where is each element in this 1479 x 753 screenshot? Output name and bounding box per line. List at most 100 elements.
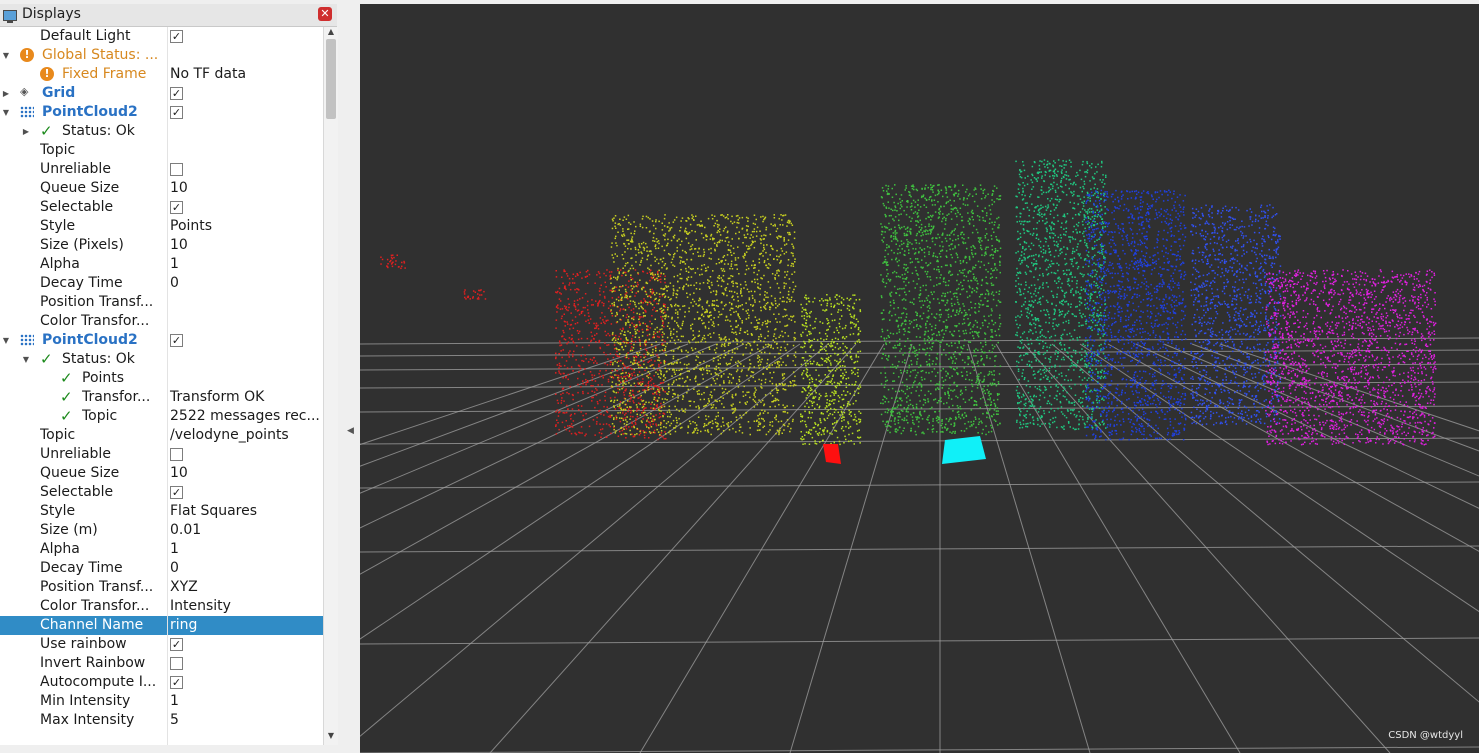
property-name: Min Intensity xyxy=(40,693,131,709)
property-checkbox[interactable]: ✓ xyxy=(170,486,183,499)
tree-row-alpha[interactable]: Alpha 1 xyxy=(0,540,323,559)
property-checkbox[interactable] xyxy=(170,657,183,670)
tree-row-fixed-frame[interactable]: ! Fixed Frame No TF data xyxy=(0,65,323,84)
property-name: Unreliable xyxy=(40,161,111,177)
3d-viewport[interactable]: CSDN @wtdyyl xyxy=(360,4,1479,753)
property-value[interactable]: Intensity xyxy=(170,598,231,614)
tree-row-size-m[interactable]: Size (m) 0.01 xyxy=(0,521,323,540)
point-cloud-teal xyxy=(1015,159,1107,431)
display-tree[interactable]: Default Light ✓ ▼! Global Status: ...! Fixed… xyxy=(0,27,323,745)
property-name: Position Transf... xyxy=(40,579,154,595)
property-value[interactable]: Transform OK xyxy=(170,389,264,405)
scrollbar-thumb[interactable] xyxy=(326,39,336,119)
tree-row-position-transf[interactable]: Position Transf... xyxy=(0,293,323,312)
tree-scrollbar[interactable]: ▲ ▼ xyxy=(323,27,338,745)
property-checkbox[interactable] xyxy=(170,448,183,461)
collapsed-arrow-icon[interactable]: ▶ xyxy=(20,122,32,141)
property-checkbox[interactable] xyxy=(170,163,183,176)
column-divider xyxy=(167,27,168,745)
property-checkbox[interactable]: ✓ xyxy=(170,676,183,689)
tree-row-decay-time[interactable]: Decay Time 0 xyxy=(0,559,323,578)
tree-row-queue-size[interactable]: Queue Size 10 xyxy=(0,464,323,483)
property-value[interactable]: 10 xyxy=(170,465,188,481)
property-value[interactable]: XYZ xyxy=(170,579,198,595)
tree-row-style[interactable]: Style Points xyxy=(0,217,323,236)
tree-row-use-rainbow[interactable]: Use rainbow ✓ xyxy=(0,635,323,654)
panel-splitter[interactable]: ◀ xyxy=(339,0,359,753)
property-value[interactable]: 0 xyxy=(170,275,179,291)
warning-icon: ! xyxy=(20,48,34,62)
property-value[interactable]: 1 xyxy=(170,541,179,557)
point-cloud-lime xyxy=(800,294,862,446)
property-checkbox[interactable]: ✓ xyxy=(170,201,183,214)
tree-row-status-ok[interactable]: ▶ ✓ Status: Ok xyxy=(0,122,323,141)
tree-row-pointcloud2[interactable]: ▼ PointCloud2 ✓ xyxy=(0,103,323,122)
property-name: Max Intensity xyxy=(40,712,135,728)
property-value[interactable]: 10 xyxy=(170,180,188,196)
expanded-arrow-icon[interactable]: ▼ xyxy=(0,103,12,122)
property-checkbox[interactable]: ✓ xyxy=(170,87,183,100)
property-value[interactable]: 1 xyxy=(170,256,179,272)
property-value[interactable]: /velodyne_points xyxy=(170,427,289,443)
property-checkbox[interactable]: ✓ xyxy=(170,334,183,347)
tree-row-unreliable[interactable]: Unreliable xyxy=(0,160,323,179)
tree-row-default-light[interactable]: Default Light ✓ xyxy=(0,27,323,46)
property-name: Status: Ok xyxy=(62,123,135,139)
tree-row-pointcloud2[interactable]: ▼ PointCloud2 ✓ xyxy=(0,331,323,350)
tree-row-global-status[interactable]: ▼! Global Status: ... xyxy=(0,46,323,65)
property-name: Size (m) xyxy=(40,522,98,538)
tree-row-size-pixels[interactable]: Size (Pixels) 10 xyxy=(0,236,323,255)
property-value[interactable]: Points xyxy=(170,218,212,234)
tree-row-decay-time[interactable]: Decay Time 0 xyxy=(0,274,323,293)
tree-row-invert-rainbow[interactable]: Invert Rainbow xyxy=(0,654,323,673)
collapse-left-icon[interactable]: ◀ xyxy=(347,426,354,436)
expanded-arrow-icon[interactable]: ▼ xyxy=(0,46,12,65)
tree-row-queue-size[interactable]: Queue Size 10 xyxy=(0,179,323,198)
tree-row-channel-name[interactable]: Channel Name ring xyxy=(0,616,323,635)
tree-row-status-ok[interactable]: ▼ ✓ Status: Ok xyxy=(0,350,323,369)
property-value[interactable]: 0 xyxy=(170,560,179,576)
point-cloud-scene xyxy=(360,159,1479,753)
property-name: Status: Ok xyxy=(62,351,135,367)
tree-row-transfor[interactable]: ✓ Transfor... Transform OK xyxy=(0,388,323,407)
expanded-arrow-icon[interactable]: ▼ xyxy=(0,331,12,350)
tree-row-color-transfor[interactable]: Color Transfor... xyxy=(0,312,323,331)
tree-row-min-intensity[interactable]: Min Intensity 1 xyxy=(0,692,323,711)
tree-row-max-intensity[interactable]: Max Intensity 5 xyxy=(0,711,323,730)
tree-row-grid[interactable]: ▶ ◈ Grid ✓ xyxy=(0,84,323,103)
property-checkbox[interactable]: ✓ xyxy=(170,106,183,119)
expanded-arrow-icon[interactable]: ▼ xyxy=(20,350,32,369)
scroll-up-arrow-icon[interactable]: ▲ xyxy=(324,27,338,39)
tree-row-topic[interactable]: Topic xyxy=(0,141,323,160)
tree-row-points[interactable]: ✓ Points xyxy=(0,369,323,388)
property-value[interactable]: 0.01 xyxy=(170,522,201,538)
scroll-down-arrow-icon[interactable]: ▼ xyxy=(324,731,338,743)
property-name: Style xyxy=(40,218,76,234)
property-value[interactable]: 1 xyxy=(170,693,179,709)
grid-line-depth xyxy=(1219,343,1479,432)
property-name: PointCloud2 xyxy=(42,104,138,120)
property-name: Unreliable xyxy=(40,446,111,462)
tree-row-autocompute-i[interactable]: Autocompute I... ✓ xyxy=(0,673,323,692)
tree-row-selectable[interactable]: Selectable ✓ xyxy=(0,483,323,502)
tree-row-topic[interactable]: ✓ Topic 2522 messages rec... xyxy=(0,407,323,426)
tree-row-topic[interactable]: Topic/velodyne_points xyxy=(0,426,323,445)
tree-row-position-transf[interactable]: Position Transf... XYZ xyxy=(0,578,323,597)
tree-row-color-transfor[interactable]: Color Transfor... Intensity xyxy=(0,597,323,616)
tree-row-unreliable[interactable]: Unreliable xyxy=(0,445,323,464)
tree-row-style[interactable]: Style Flat Squares xyxy=(0,502,323,521)
property-value[interactable]: No TF data xyxy=(170,66,246,82)
property-value[interactable]: 5 xyxy=(170,712,179,728)
property-value[interactable]: Flat Squares xyxy=(170,503,257,519)
property-checkbox[interactable]: ✓ xyxy=(170,638,183,651)
tree-row-selectable[interactable]: Selectable ✓ xyxy=(0,198,323,217)
property-name: Topic xyxy=(40,427,76,443)
property-checkbox[interactable]: ✓ xyxy=(170,30,183,43)
close-icon[interactable]: ✕ xyxy=(318,7,332,21)
tree-row-alpha[interactable]: Alpha 1 xyxy=(0,255,323,274)
property-value[interactable]: 10 xyxy=(170,237,188,253)
collapsed-arrow-icon[interactable]: ▶ xyxy=(0,84,12,103)
property-value[interactable]: 2522 messages rec... xyxy=(170,408,320,424)
grid-line-depth xyxy=(1107,343,1479,552)
property-value[interactable]: ring xyxy=(170,617,197,633)
